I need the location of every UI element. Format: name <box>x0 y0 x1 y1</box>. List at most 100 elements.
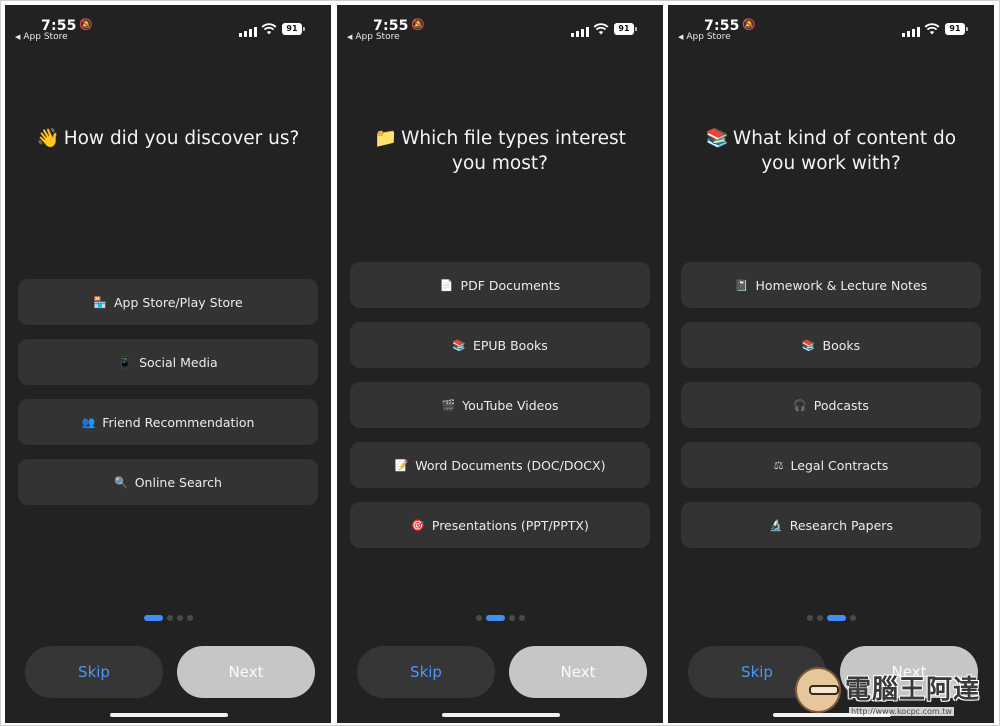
wifi-icon <box>593 23 609 35</box>
page-dot <box>806 615 813 621</box>
screenshot-frame: 7:55 🔕 ◀ App Store 91 👋 How did you discov… <box>0 0 1000 726</box>
status-bar: 7:55 🔕 ◀ App Store 91 <box>337 5 663 49</box>
page-indicator <box>337 614 663 622</box>
option-pdf-documents[interactable]: 📄 PDF Documents <box>350 262 650 308</box>
scales-icon: ⚖ <box>773 458 784 472</box>
battery-icon: 91 <box>282 23 305 35</box>
option-podcasts[interactable]: 🎧 Podcasts <box>681 382 981 428</box>
silent-bell-icon: 🔕 <box>742 18 756 31</box>
page-dot <box>508 615 515 621</box>
mascot-face-icon <box>795 667 841 713</box>
question-text: What kind of content do you work with? <box>732 128 957 174</box>
books-icon: 📚 <box>705 128 729 149</box>
cellular-signal-icon <box>239 25 259 37</box>
target-icon: 🎯 <box>411 518 425 532</box>
silent-bell-icon: 🔕 <box>79 18 93 31</box>
page-dot <box>849 615 856 621</box>
battery-icon: 91 <box>614 23 637 35</box>
options-list: 🏪 App Store/Play Store 📱 Social Media 👥 Fri… <box>18 279 318 519</box>
option-label: Homework & Lecture Notes <box>755 277 928 293</box>
watermark-logo: 電腦王阿達 http://www.kocpc.com.tw <box>791 665 1000 725</box>
option-friend-recommendation[interactable]: 👥 Friend Recommendation <box>18 399 318 445</box>
page-dot-active <box>143 615 163 621</box>
books-icon: 📚 <box>452 338 466 352</box>
option-label: Friend Recommendation <box>102 414 255 430</box>
option-homework-notes[interactable]: 📓 Homework & Lecture Notes <box>681 262 981 308</box>
option-label: EPUB Books <box>472 337 548 353</box>
page-dot <box>816 615 823 621</box>
books-icon: 📚 <box>801 338 816 352</box>
onboarding-screen-discover: 7:55 🔕 ◀ App Store 91 👋 How did you discov… <box>5 5 331 723</box>
option-youtube-videos[interactable]: 🎬 YouTube Videos <box>350 382 650 428</box>
onboarding-screen-file-types: 7:55 🔕 ◀ App Store 91 📁 Which file types i… <box>337 5 663 723</box>
option-label: PDF Documents <box>460 277 561 293</box>
video-icon: 🎬 <box>441 398 456 412</box>
option-label: Online Search <box>134 474 222 490</box>
headphones-icon: 🎧 <box>793 398 807 412</box>
back-link-label: App Store <box>686 32 731 42</box>
back-arrow-icon: ◀ <box>678 33 684 41</box>
back-to-app-store-link[interactable]: ◀ App Store <box>678 32 731 42</box>
status-bar: 7:55 🔕 ◀ App Store 91 <box>668 5 994 49</box>
option-legal-contracts[interactable]: ⚖ Legal Contracts <box>681 442 981 488</box>
document-icon: 📄 <box>439 278 454 292</box>
option-label: Research Papers <box>789 517 893 533</box>
page-indicator <box>668 614 994 622</box>
watermark-url: http://www.kocpc.com.tw <box>849 707 954 716</box>
home-indicator[interactable] <box>110 713 228 717</box>
option-epub-books[interactable]: 📚 EPUB Books <box>350 322 650 368</box>
back-to-app-store-link[interactable]: ◀ App Store <box>347 32 400 42</box>
skip-button[interactable]: Skip <box>25 646 163 698</box>
folder-icon: 📁 <box>374 128 398 149</box>
option-app-store[interactable]: 🏪 App Store/Play Store <box>18 279 318 325</box>
option-online-search[interactable]: 🔍 Online Search <box>18 459 318 505</box>
page-dot <box>166 615 173 621</box>
question-text: Which file types interest you most? <box>401 128 626 174</box>
skip-button[interactable]: Skip <box>357 646 495 698</box>
back-arrow-icon: ◀ <box>15 33 21 41</box>
onboarding-screen-content-type: 7:55 🔕 ◀ App Store 91 📚 What kind of conte… <box>668 5 994 723</box>
microscope-icon: 🔬 <box>769 518 783 532</box>
wifi-icon <box>261 23 277 35</box>
option-label: Books <box>822 337 861 353</box>
watermark-text: 電腦王阿達 <box>845 675 981 705</box>
store-icon: 🏪 <box>93 295 107 309</box>
option-label: App Store/Play Store <box>113 294 243 310</box>
wifi-icon <box>924 23 940 35</box>
options-list: 📓 Homework & Lecture Notes 📚 Books 🎧 Podcas… <box>681 262 981 562</box>
silent-bell-icon: 🔕 <box>411 18 425 31</box>
option-research-papers[interactable]: 🔬 Research Papers <box>681 502 981 548</box>
page-dot <box>475 615 482 621</box>
back-arrow-icon: ◀ <box>347 33 353 41</box>
option-presentations[interactable]: 🎯 Presentations (PPT/PPTX) <box>350 502 650 548</box>
glasses-icon <box>809 685 839 695</box>
page-dot <box>186 615 193 621</box>
question-text: How did you discover us? <box>63 128 300 149</box>
memo-icon: 📝 <box>394 458 409 472</box>
page-dot <box>176 615 183 621</box>
option-social-media[interactable]: 📱 Social Media <box>18 339 318 385</box>
option-label: Podcasts <box>813 397 869 413</box>
phone-icon: 📱 <box>118 355 133 369</box>
next-button[interactable]: Next <box>509 646 647 698</box>
option-books[interactable]: 📚 Books <box>681 322 981 368</box>
battery-icon: 91 <box>945 23 968 35</box>
option-label: Social Media <box>139 354 218 370</box>
option-word-documents[interactable]: 📝 Word Documents (DOC/DOCX) <box>350 442 650 488</box>
option-label: Word Documents (DOC/DOCX) <box>415 457 606 473</box>
question-heading: 📚 What kind of content do you work with? <box>686 126 976 176</box>
option-label: Presentations (PPT/PPTX) <box>431 517 589 533</box>
options-list: 📄 PDF Documents 📚 EPUB Books 🎬 YouTube Vide… <box>350 262 650 562</box>
option-label: YouTube Videos <box>462 397 559 413</box>
search-icon: 🔍 <box>114 475 128 489</box>
waving-hand-icon: 👋 <box>36 128 60 149</box>
next-button[interactable]: Next <box>177 646 315 698</box>
home-indicator[interactable] <box>442 713 560 717</box>
people-icon: 👥 <box>81 415 96 429</box>
page-indicator <box>5 614 331 622</box>
back-to-app-store-link[interactable]: ◀ App Store <box>15 32 68 42</box>
page-dot-active <box>826 615 846 621</box>
question-heading: 📁 Which file types interest you most? <box>355 126 645 176</box>
notebook-icon: 📓 <box>734 278 749 292</box>
status-bar: 7:55 🔕 ◀ App Store 91 <box>5 5 331 49</box>
